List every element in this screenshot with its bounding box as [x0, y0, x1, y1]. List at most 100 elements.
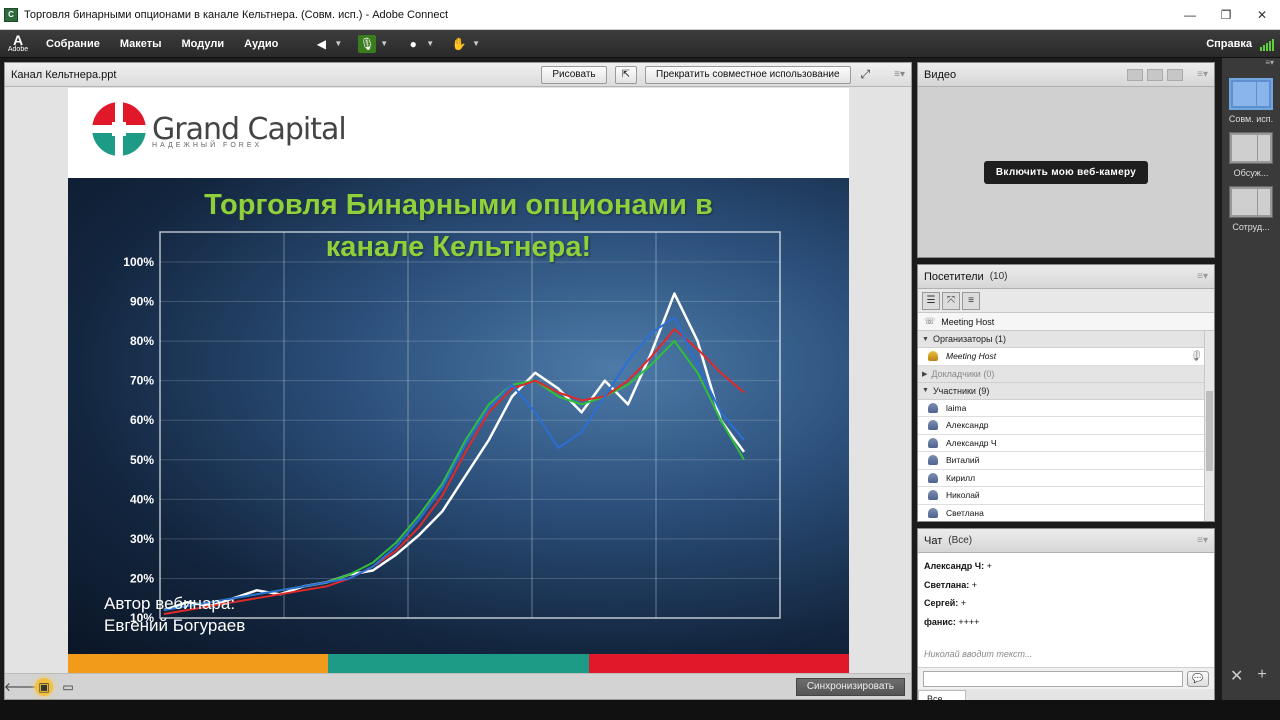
sync-button[interactable]: Синхронизировать: [795, 677, 905, 696]
group-label: Участники (9): [932, 385, 990, 396]
pod-menu-icon[interactable]: ≡▾: [1197, 69, 1208, 80]
list-item[interactable]: Кирилл: [918, 469, 1214, 487]
list-item[interactable]: Николай: [918, 487, 1214, 505]
window-title: Торговля бинарными опционами в канале Ке…: [24, 8, 449, 21]
group-presenters[interactable]: ▶ Докладчики (0): [918, 365, 1214, 383]
filmstrip-view-icon[interactable]: [1147, 68, 1164, 81]
chevron-down-icon[interactable]: ▼: [334, 39, 342, 48]
attendees-scrollbar[interactable]: [1204, 331, 1214, 521]
speaker-tool[interactable]: ◀ ▼: [308, 33, 346, 55]
video-pod-header: Видео ≡▾: [918, 63, 1214, 87]
close-button[interactable]: ✕: [1244, 0, 1280, 30]
fullscreen-view-icon[interactable]: [1167, 68, 1184, 81]
list-item[interactable]: laima: [918, 399, 1214, 417]
webcam-tool[interactable]: ● ▼: [400, 33, 438, 55]
list-view-icon[interactable]: ☰: [922, 291, 940, 310]
attendees-count: (10): [989, 271, 1008, 282]
menu-audio[interactable]: Аудио: [234, 38, 288, 50]
expand-triangle-icon[interactable]: ▶: [922, 370, 927, 378]
microphone-tool[interactable]: 🎙 ▼: [354, 33, 392, 55]
breakout-view-icon[interactable]: ⤧: [942, 291, 960, 310]
previous-slide-arrow-icon[interactable]: 🡐: [4, 678, 36, 696]
share-pod-title: Канал Кельтнера.ppt: [11, 68, 117, 81]
typing-indicator: Николай вводит текст...: [918, 649, 1214, 667]
chat-message: Сергей: +: [924, 598, 1208, 617]
my-status-row[interactable]: ☏ Meeting Host: [918, 313, 1214, 331]
share-pod-header: Канал Кельтнера.ppt Рисовать ⇱ Прекратит…: [5, 63, 911, 87]
add-layout-icon[interactable]: +: [1257, 666, 1266, 686]
maximize-button[interactable]: ❐: [1208, 0, 1244, 30]
layout-sharing[interactable]: Совм. исп.: [1227, 78, 1275, 124]
list-item[interactable]: Meeting Host 🎙: [918, 348, 1214, 366]
collapse-triangle-icon[interactable]: ▼: [922, 387, 929, 394]
attendees-toolbar: ☰ ⤧ ≡: [918, 289, 1214, 313]
chevron-down-icon[interactable]: ▼: [472, 39, 480, 48]
slide-thumbnail-icon[interactable]: ▣: [35, 677, 53, 696]
chat-message-input[interactable]: [923, 670, 1183, 687]
list-item[interactable]: Александр Ч: [918, 434, 1214, 452]
menu-layouts[interactable]: Макеты: [110, 38, 172, 50]
author-name: Евгений Богураев: [104, 616, 246, 635]
start-webcam-button[interactable]: Включить мою веб-камеру: [983, 160, 1149, 184]
status-tool[interactable]: ✋ ▼: [446, 33, 484, 55]
sort-view-icon[interactable]: ≡: [962, 291, 980, 310]
price-chart: 100%90%80%70%60%50%40%30%20%10%: [123, 231, 781, 625]
message-author: Светлана:: [924, 579, 970, 590]
webinar-author: Автор вебинара: Евгений Богураев: [104, 593, 245, 637]
chevron-down-icon[interactable]: ▼: [426, 39, 434, 48]
group-hosts[interactable]: ▼ Организаторы (1): [918, 331, 1214, 348]
minimize-button[interactable]: —: [1172, 0, 1208, 30]
chart-series-line: [163, 328, 745, 615]
collapse-triangle-icon[interactable]: ▼: [922, 336, 929, 343]
menu-meeting[interactable]: Собрание: [36, 38, 110, 50]
layout-label: Совм. исп.: [1228, 114, 1274, 124]
share-pod: Канал Кельтнера.ppt Рисовать ⇱ Прекратит…: [4, 62, 912, 700]
close-layouts-icon[interactable]: ✕: [1230, 666, 1243, 686]
participant-user-icon: [928, 455, 938, 466]
attendees-pod-title: Посетители: [924, 270, 984, 283]
pointer-button[interactable]: ⇱: [614, 65, 638, 84]
scrollbar-thumb[interactable]: [1206, 391, 1213, 471]
layout-thumbnail: [1229, 132, 1273, 164]
list-item[interactable]: Александр: [918, 417, 1214, 435]
connection-signal-icon: [1260, 37, 1274, 51]
send-message-button[interactable]: 💬: [1187, 670, 1209, 687]
pod-menu-icon[interactable]: ≡▾: [1197, 535, 1208, 546]
pod-menu-icon[interactable]: ≡▾: [894, 69, 905, 80]
chat-input-row: 💬: [918, 667, 1214, 689]
my-status-name: Meeting Host: [941, 316, 995, 327]
message-author: фанис:: [924, 616, 956, 627]
host-user-icon: [928, 351, 938, 362]
chat-message: Александр Ч: +: [924, 561, 1208, 580]
layout-thumbnail: [1229, 78, 1273, 110]
draw-button[interactable]: Рисовать: [541, 65, 607, 84]
fullscreen-icon[interactable]: ⤢: [861, 67, 871, 82]
chevron-down-icon[interactable]: ▼: [380, 39, 388, 48]
chart-series-line: [163, 316, 745, 612]
speaker-icon: ◀: [316, 36, 326, 51]
slide-area: Grand Capital НАДЕЖНЫЙ FOREX 100% 90% 80% 7…: [5, 87, 911, 673]
headline-line-1: Торговля Бинарными опционами в: [204, 189, 713, 221]
list-item[interactable]: Виталий: [918, 452, 1214, 470]
attendee-name: laima: [946, 402, 967, 413]
attendee-name: Meeting Host: [946, 351, 997, 362]
webcam-icon: ●: [409, 36, 417, 51]
message-text: ++++: [958, 616, 980, 627]
grid-view-icon[interactable]: [1127, 68, 1144, 81]
stop-sharing-button[interactable]: Прекратить совместное использование: [645, 65, 851, 84]
sidebar-toggle-icon[interactable]: ▭: [59, 678, 77, 696]
menu-pods[interactable]: Модули: [172, 38, 235, 50]
layout-collaboration[interactable]: Сотруд...: [1227, 186, 1275, 232]
pod-menu-icon[interactable]: ≡▾: [1197, 271, 1208, 282]
group-participants[interactable]: ▼ Участники (9): [918, 382, 1214, 400]
menu-help[interactable]: Справка: [1206, 38, 1252, 50]
attendee-name: Александр Ч: [946, 437, 997, 448]
share-pod-footer: 🡐 ▣ ▭ Синхронизировать: [4, 673, 911, 699]
message-author: Сергей:: [924, 598, 959, 608]
y-tick-label: 60%: [130, 413, 154, 427]
list-item[interactable]: Светлана: [918, 504, 1214, 521]
layouts-bar-menu-icon[interactable]: ≡▾: [1222, 58, 1280, 70]
y-tick-label: 30%: [130, 532, 154, 546]
chart-frame: [159, 231, 781, 619]
layout-discussion[interactable]: Обсуж...: [1227, 132, 1275, 178]
